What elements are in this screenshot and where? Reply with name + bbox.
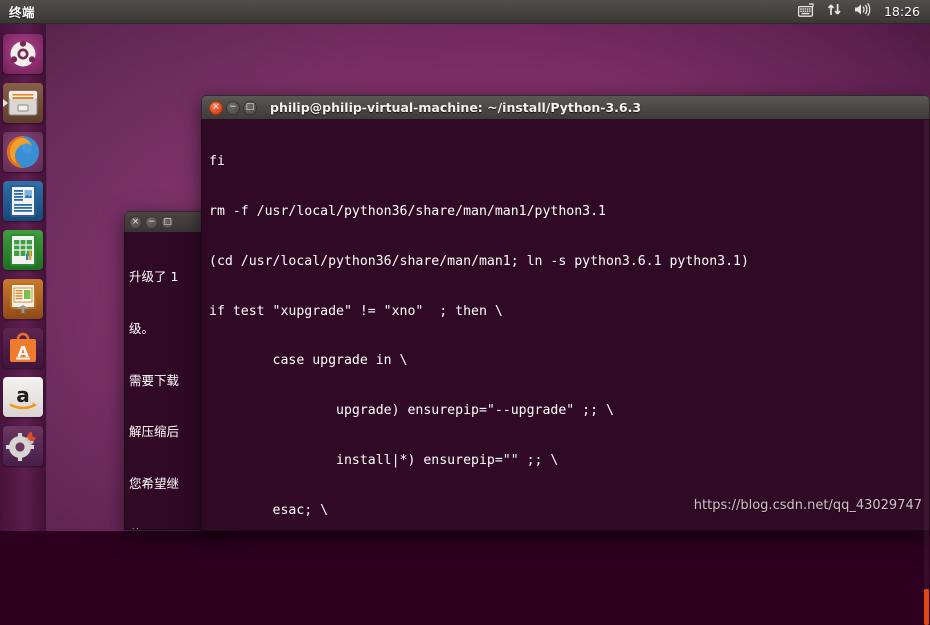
active-terminal-window[interactable]: × − □ philip@philip-virtual-machine: ~/i… xyxy=(201,95,930,625)
terminal-line: case upgrade in \ xyxy=(209,353,408,369)
clock[interactable]: 18:26 xyxy=(884,4,920,19)
firefox-icon xyxy=(7,136,39,168)
unity-launcher: A a xyxy=(0,24,47,531)
maximize-icon[interactable]: □ xyxy=(243,100,257,115)
terminal-line: (cd /usr/local/python36/share/man/man1; … xyxy=(209,253,749,269)
terminal-line: rm -f /usr/local/python36/share/man/man1… xyxy=(209,203,606,219)
volume-icon[interactable] xyxy=(854,2,872,21)
launcher-item-libreoffice-writer[interactable] xyxy=(3,181,43,221)
terminal-output[interactable]: fi rm -f /usr/local/python36/share/man/m… xyxy=(201,119,930,531)
launcher-item-system-settings[interactable] xyxy=(3,426,43,466)
watermark-text: https://blog.csdn.net/qq_43029747 xyxy=(693,498,922,513)
launcher-item-libreoffice-calc[interactable] xyxy=(3,230,43,270)
files-icon xyxy=(8,90,38,116)
window-title: philip@philip-virtual-machine: ~/install… xyxy=(270,100,642,115)
terminal-line: upgrade) ensurepip="--upgrade" ;; \ xyxy=(209,403,614,419)
minimize-icon[interactable]: − xyxy=(226,100,240,115)
keyboard-icon[interactable] xyxy=(797,2,815,21)
launcher-item-ubuntu-dash[interactable] xyxy=(3,34,43,74)
minimize-icon[interactable]: − xyxy=(145,215,158,229)
libreoffice-impress-icon xyxy=(10,283,36,313)
gear-wrench-icon xyxy=(6,431,36,461)
svg-text:a: a xyxy=(16,383,30,407)
libreoffice-writer-icon xyxy=(10,185,36,217)
terminal-line: fi xyxy=(209,154,225,170)
launcher-item-amazon[interactable]: a xyxy=(3,377,43,417)
terminal-scrollbar-thumb[interactable] xyxy=(924,589,929,625)
top-panel: 终端 18:26 xyxy=(0,0,930,24)
software-center-icon: A xyxy=(10,332,36,362)
terminal-titlebar[interactable]: × − □ philip@philip-virtual-machine: ~/i… xyxy=(201,95,930,119)
close-icon[interactable]: × xyxy=(209,100,223,115)
launcher-item-files[interactable] xyxy=(3,83,43,123)
terminal-line: if test "xupgrade" != "xno" ; then \ xyxy=(209,303,503,319)
launcher-running-pip xyxy=(3,99,8,107)
ubuntu-logo-icon xyxy=(10,40,36,67)
amazon-icon: a xyxy=(9,383,37,410)
terminal-scrollbar[interactable] xyxy=(924,120,929,625)
terminal-line: install|*) ensurepip="" ;; \ xyxy=(209,452,559,468)
libreoffice-calc-icon xyxy=(10,234,36,266)
panel-app-title[interactable]: 终端 xyxy=(9,2,35,21)
panel-indicator-area: 18:26 xyxy=(797,2,930,21)
maximize-icon[interactable]: □ xyxy=(161,215,174,229)
close-icon[interactable]: × xyxy=(129,215,142,229)
network-updown-icon[interactable] xyxy=(827,2,842,21)
launcher-item-firefox[interactable] xyxy=(3,132,43,172)
launcher-item-libreoffice-impress[interactable] xyxy=(3,279,43,319)
launcher-item-software-center[interactable]: A xyxy=(3,328,43,368)
